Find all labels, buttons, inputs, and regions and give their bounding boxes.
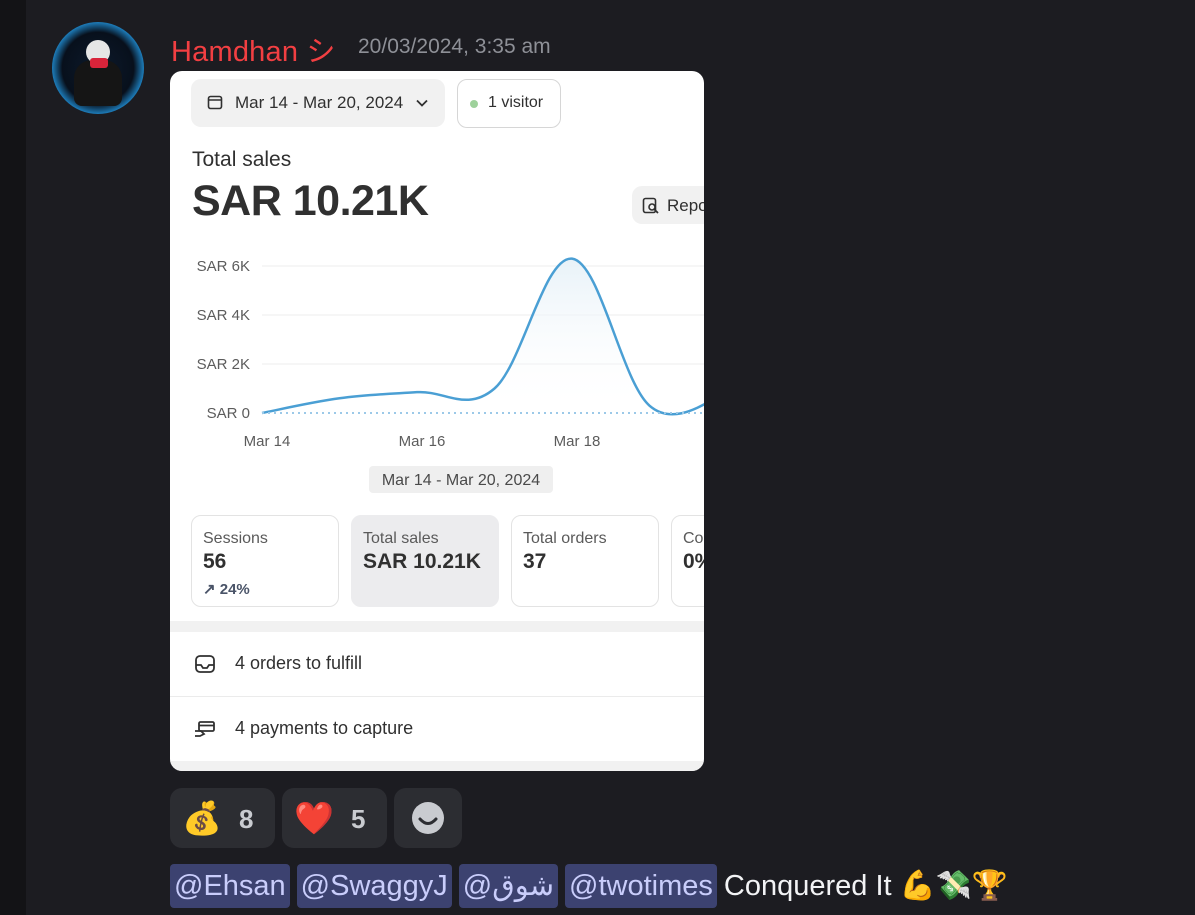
reports-label: Reports	[667, 196, 704, 215]
kpi-value: SAR 10.21K	[363, 550, 481, 573]
mention-ehsan[interactable]: @Ehsan	[170, 864, 290, 908]
kpi-label: Total orders	[523, 530, 607, 547]
money-bag-icon: 💰	[182, 800, 222, 836]
total-sales-label: Total sales	[192, 148, 292, 171]
total-sales-value: SAR 10.21K	[192, 177, 429, 225]
report-search-icon	[642, 197, 659, 214]
section-divider	[170, 621, 704, 632]
kpi-sessions[interactable]: Sessions 56 ↗ 24%	[191, 515, 339, 607]
series-line-current	[261, 257, 704, 416]
kpi-conversion-rate[interactable]: Conversion rate 0%	[671, 515, 704, 607]
visitor-count: 1 visitor	[488, 94, 544, 111]
message-content: @Ehsan @SwaggyJ @شوق @twotimes Conquered It …	[170, 864, 1008, 908]
inbox-icon	[195, 655, 215, 673]
kpi-value: 56	[203, 550, 227, 573]
kpi-value: 37	[523, 550, 547, 573]
reaction-count: 5	[351, 804, 366, 834]
message-text: Conquered It	[723, 870, 892, 902]
live-dot-icon	[470, 100, 478, 108]
message-emojis: 💪💸🏆	[899, 870, 1008, 902]
kpi-total-sales[interactable]: Total sales SAR 10.21K	[351, 515, 499, 607]
avatar-mask	[90, 58, 108, 68]
attachment-image[interactable]: Mar 14 - Mar 20, 2024 1 visitor Total sa…	[170, 71, 704, 771]
x-tick-label: Mar 14	[244, 433, 291, 450]
add-reaction-button[interactable]	[394, 788, 462, 848]
live-visitors-button[interactable]: 1 visitor	[457, 79, 561, 128]
reaction-money-bag[interactable]: 💰 8	[170, 788, 275, 848]
kpi-total-orders[interactable]: Total orders 37	[511, 515, 659, 607]
kpi-change: ↗ 24%	[203, 581, 250, 598]
mention-twotimes[interactable]: @twotimes	[565, 864, 717, 908]
task-label: 4 payments to capture	[235, 718, 414, 738]
calendar-icon	[207, 95, 223, 110]
task-label: 4 orders to fulfill	[235, 653, 363, 673]
mention-shawq[interactable]: @شوق	[458, 864, 559, 908]
date-range-label: Mar 14 - Mar 20, 2024	[235, 93, 404, 112]
task-orders-to-fulfill[interactable]: 4 orders to fulfill	[170, 632, 704, 696]
author-avatar[interactable]	[52, 22, 144, 114]
legend-label: Mar 14 - Mar 20, 2024	[382, 472, 540, 489]
kpi-label: Total sales	[363, 530, 439, 547]
heart-icon: ❤️	[294, 800, 334, 836]
kpi-label: Conversion rate	[683, 530, 704, 547]
reports-button[interactable]: Reports	[632, 186, 704, 224]
message-timestamp: 20/03/2024, 3:35 am	[358, 35, 551, 58]
chevron-down-icon	[416, 99, 428, 107]
x-tick-label: Mar 18	[554, 433, 601, 450]
server-rail	[0, 0, 26, 915]
mention-swaggyj[interactable]: @SwaggyJ	[296, 864, 452, 908]
y-tick-label: SAR 2K	[197, 356, 250, 373]
sales-line-chart: SAR 6K SAR 4K SAR 2K SAR 0 Mar 14 Mar 16 Mar 1…	[197, 257, 704, 493]
reaction-heart[interactable]: ❤️ 5	[282, 788, 387, 848]
date-range-button[interactable]: Mar 14 - Mar 20, 2024	[191, 79, 445, 127]
kpi-label: Sessions	[203, 530, 268, 547]
smiley-icon	[412, 802, 444, 834]
author-name[interactable]: Hamdhan シ	[171, 28, 336, 70]
card-footer-strip	[170, 761, 704, 771]
x-tick-label: Mar 16	[399, 433, 446, 450]
y-tick-label: SAR 0	[207, 405, 250, 422]
kpi-value: 0%	[683, 550, 704, 573]
hand-card-icon	[195, 721, 215, 737]
reaction-count: 8	[239, 804, 254, 834]
task-payments-to-capture[interactable]: 4 payments to capture	[170, 697, 704, 761]
y-tick-label: SAR 4K	[197, 307, 250, 324]
y-tick-label: SAR 6K	[197, 258, 250, 275]
